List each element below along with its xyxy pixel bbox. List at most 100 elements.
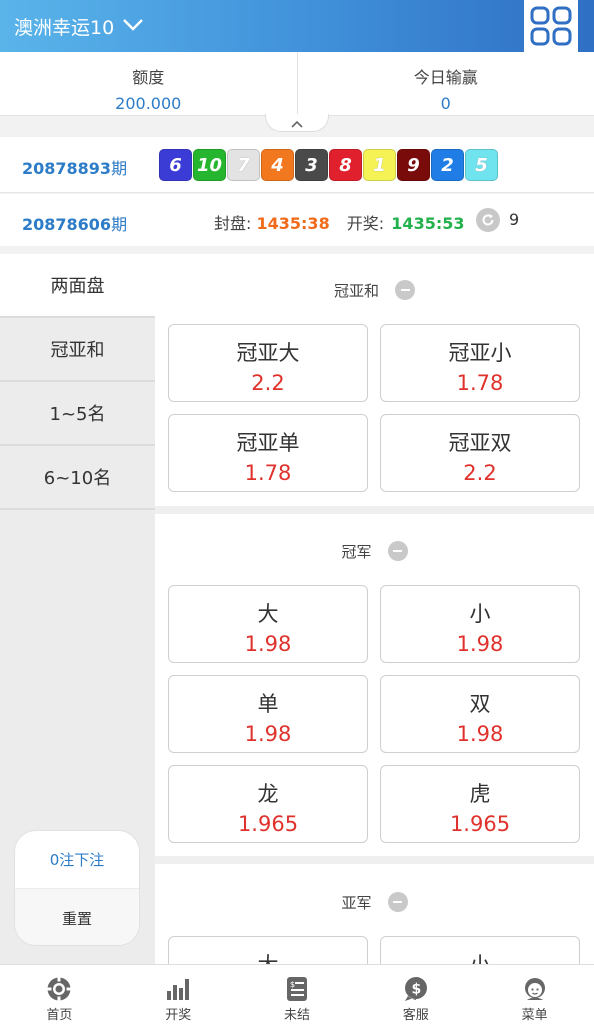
svg-text:$: $ — [411, 982, 421, 998]
tab-label: 客服 — [402, 1008, 429, 1023]
nav-item-two-sides[interactable]: 两面盘 — [0, 254, 155, 318]
odds-name: 冠亚单 — [236, 431, 300, 455]
refresh-countdown: 9 — [509, 210, 520, 229]
odds-name: 冠亚大 — [236, 341, 300, 365]
next-draw-row: 20878606期 封盘: 1435:38 开奖: 1435:53 — [0, 194, 594, 246]
result-ball: 6 — [159, 149, 192, 181]
odds-button[interactable]: 小 — [380, 936, 580, 964]
odds-button[interactable]: 龙 1.965 — [168, 765, 368, 843]
next-issue: 20878606期 — [22, 211, 127, 235]
tab-home[interactable]: 首页 — [0, 965, 119, 1024]
next-issue-number: 20878606 — [22, 215, 112, 234]
result-ball: 7 — [227, 149, 260, 181]
credit-cell: 额度 200.000 — [0, 52, 297, 115]
odds-name: 小 — [469, 602, 491, 626]
tab-label: 首页 — [46, 1008, 73, 1023]
result-ball: 9 — [397, 149, 430, 181]
winloss-value: 0 — [440, 94, 451, 113]
odds-name: 冠亚小 — [448, 341, 512, 365]
odds-content: 冠亚和 冠亚大 2.2 冠亚小 1.78 冠亚单 1.78 冠亚双 2.2 冠军… — [155, 254, 594, 964]
odds-button[interactable]: 单 1.98 — [168, 675, 368, 753]
odds-button[interactable]: 冠亚小 1.78 — [380, 324, 580, 402]
customer-service-icon: $ — [404, 977, 427, 1001]
section-header: 亚军 — [155, 892, 594, 912]
nav-item-sum[interactable]: 冠亚和 — [0, 318, 155, 382]
tab-label: 菜单 — [521, 1008, 548, 1023]
grid-menu-icon[interactable] — [524, 0, 578, 52]
collapse-toggle[interactable] — [265, 114, 329, 132]
last-issue[interactable]: 20878893期 — [22, 155, 127, 179]
odds-name: 大 — [257, 602, 279, 626]
balance-bar: 额度 200.000 今日输赢 0 — [0, 52, 594, 116]
bottom-tab-bar: 首页 开奖 $ 未结 $ 客服 菜单 — [0, 964, 594, 1024]
odds-name: 双 — [469, 692, 491, 716]
odds-button[interactable]: 冠亚单 1.78 — [168, 414, 368, 492]
home-chip-icon — [47, 977, 71, 1001]
odds-value: 1.98 — [456, 632, 504, 656]
odds-name: 小 — [381, 949, 579, 964]
odds-button[interactable]: 大 1.98 — [168, 585, 368, 663]
user-menu-icon — [524, 978, 545, 1000]
game-selector[interactable]: 澳洲幸运10 — [14, 13, 144, 40]
odds-button[interactable]: 冠亚大 2.2 — [168, 324, 368, 402]
section-divider — [155, 856, 594, 864]
odds-button[interactable]: 冠亚双 2.2 — [380, 414, 580, 492]
tab-label: 未结 — [283, 1008, 310, 1023]
section-divider — [155, 506, 594, 514]
odds-value: 2.2 — [251, 371, 285, 395]
winloss-cell: 今日输赢 0 — [296, 52, 594, 115]
odds-value: 1.98 — [456, 722, 504, 746]
odds-button[interactable]: 大 — [168, 936, 368, 964]
tab-label: 开奖 — [165, 1008, 192, 1023]
tab-service[interactable]: $ 客服 — [356, 965, 475, 1024]
odds-name: 龙 — [257, 782, 279, 806]
odds-value: 1.965 — [237, 812, 299, 836]
bet-panel: 0注下注 重置 — [14, 830, 140, 946]
nav-item-rank-6-10[interactable]: 6~10名 — [0, 446, 155, 510]
tab-menu[interactable]: 菜单 — [475, 965, 594, 1024]
odds-value: 1.78 — [244, 461, 292, 485]
odds-button[interactable]: 小 1.98 — [380, 585, 580, 663]
collapse-minus-icon[interactable] — [387, 892, 408, 912]
section-title: 亚军 — [341, 893, 372, 912]
refresh-icon[interactable] — [476, 208, 500, 232]
last-draw-row: 20878893期 6 10 7 4 3 8 1 9 2 5 — [0, 137, 594, 193]
section-header: 冠亚和 — [155, 280, 594, 300]
collapse-minus-icon[interactable] — [395, 280, 415, 300]
nav-item-rank-1-5[interactable]: 1~5名 — [0, 382, 155, 446]
game-title: 澳洲幸运10 — [14, 16, 115, 39]
odds-value: 1.965 — [449, 812, 511, 836]
result-ball: 8 — [329, 149, 362, 181]
tab-unsettled[interactable]: $ 未结 — [238, 965, 357, 1024]
close-time: 1435:38 — [256, 214, 330, 233]
chevron-up-icon — [291, 120, 303, 128]
tab-results[interactable]: 开奖 — [119, 965, 238, 1024]
section-title: 冠军 — [341, 542, 372, 561]
odds-value: 1.98 — [244, 632, 292, 656]
bar-chart-icon — [167, 979, 190, 1000]
result-ball: 2 — [431, 149, 464, 181]
chevron-down-icon — [122, 15, 144, 37]
odds-name: 大 — [169, 949, 367, 964]
odds-value: 1.98 — [244, 722, 292, 746]
result-ball: 5 — [465, 149, 498, 181]
result-ball: 10 — [193, 149, 226, 181]
odds-value: 2.2 — [463, 461, 497, 485]
odds-button[interactable]: 虎 1.965 — [380, 765, 580, 843]
credit-label: 额度 — [132, 68, 165, 87]
credit-value: 200.000 — [115, 94, 182, 113]
last-issue-suffix: 期 — [111, 159, 128, 178]
odds-name: 单 — [257, 692, 279, 716]
collapse-minus-icon[interactable] — [387, 541, 408, 561]
odds-button[interactable]: 双 1.98 — [380, 675, 580, 753]
next-issue-suffix: 期 — [111, 215, 128, 234]
result-balls: 6 10 7 4 3 8 1 9 2 5 — [159, 149, 499, 181]
last-issue-number: 20878893 — [22, 159, 112, 178]
odds-name: 冠亚双 — [448, 431, 512, 455]
place-bet-button[interactable]: 0注下注 — [15, 831, 139, 889]
odds-value: 1.78 — [456, 371, 504, 395]
result-ball: 1 — [363, 149, 396, 181]
open-label: 开奖: — [346, 214, 385, 233]
unsettled-list-icon: $ — [286, 977, 307, 1001]
reset-button[interactable]: 重置 — [15, 889, 139, 945]
